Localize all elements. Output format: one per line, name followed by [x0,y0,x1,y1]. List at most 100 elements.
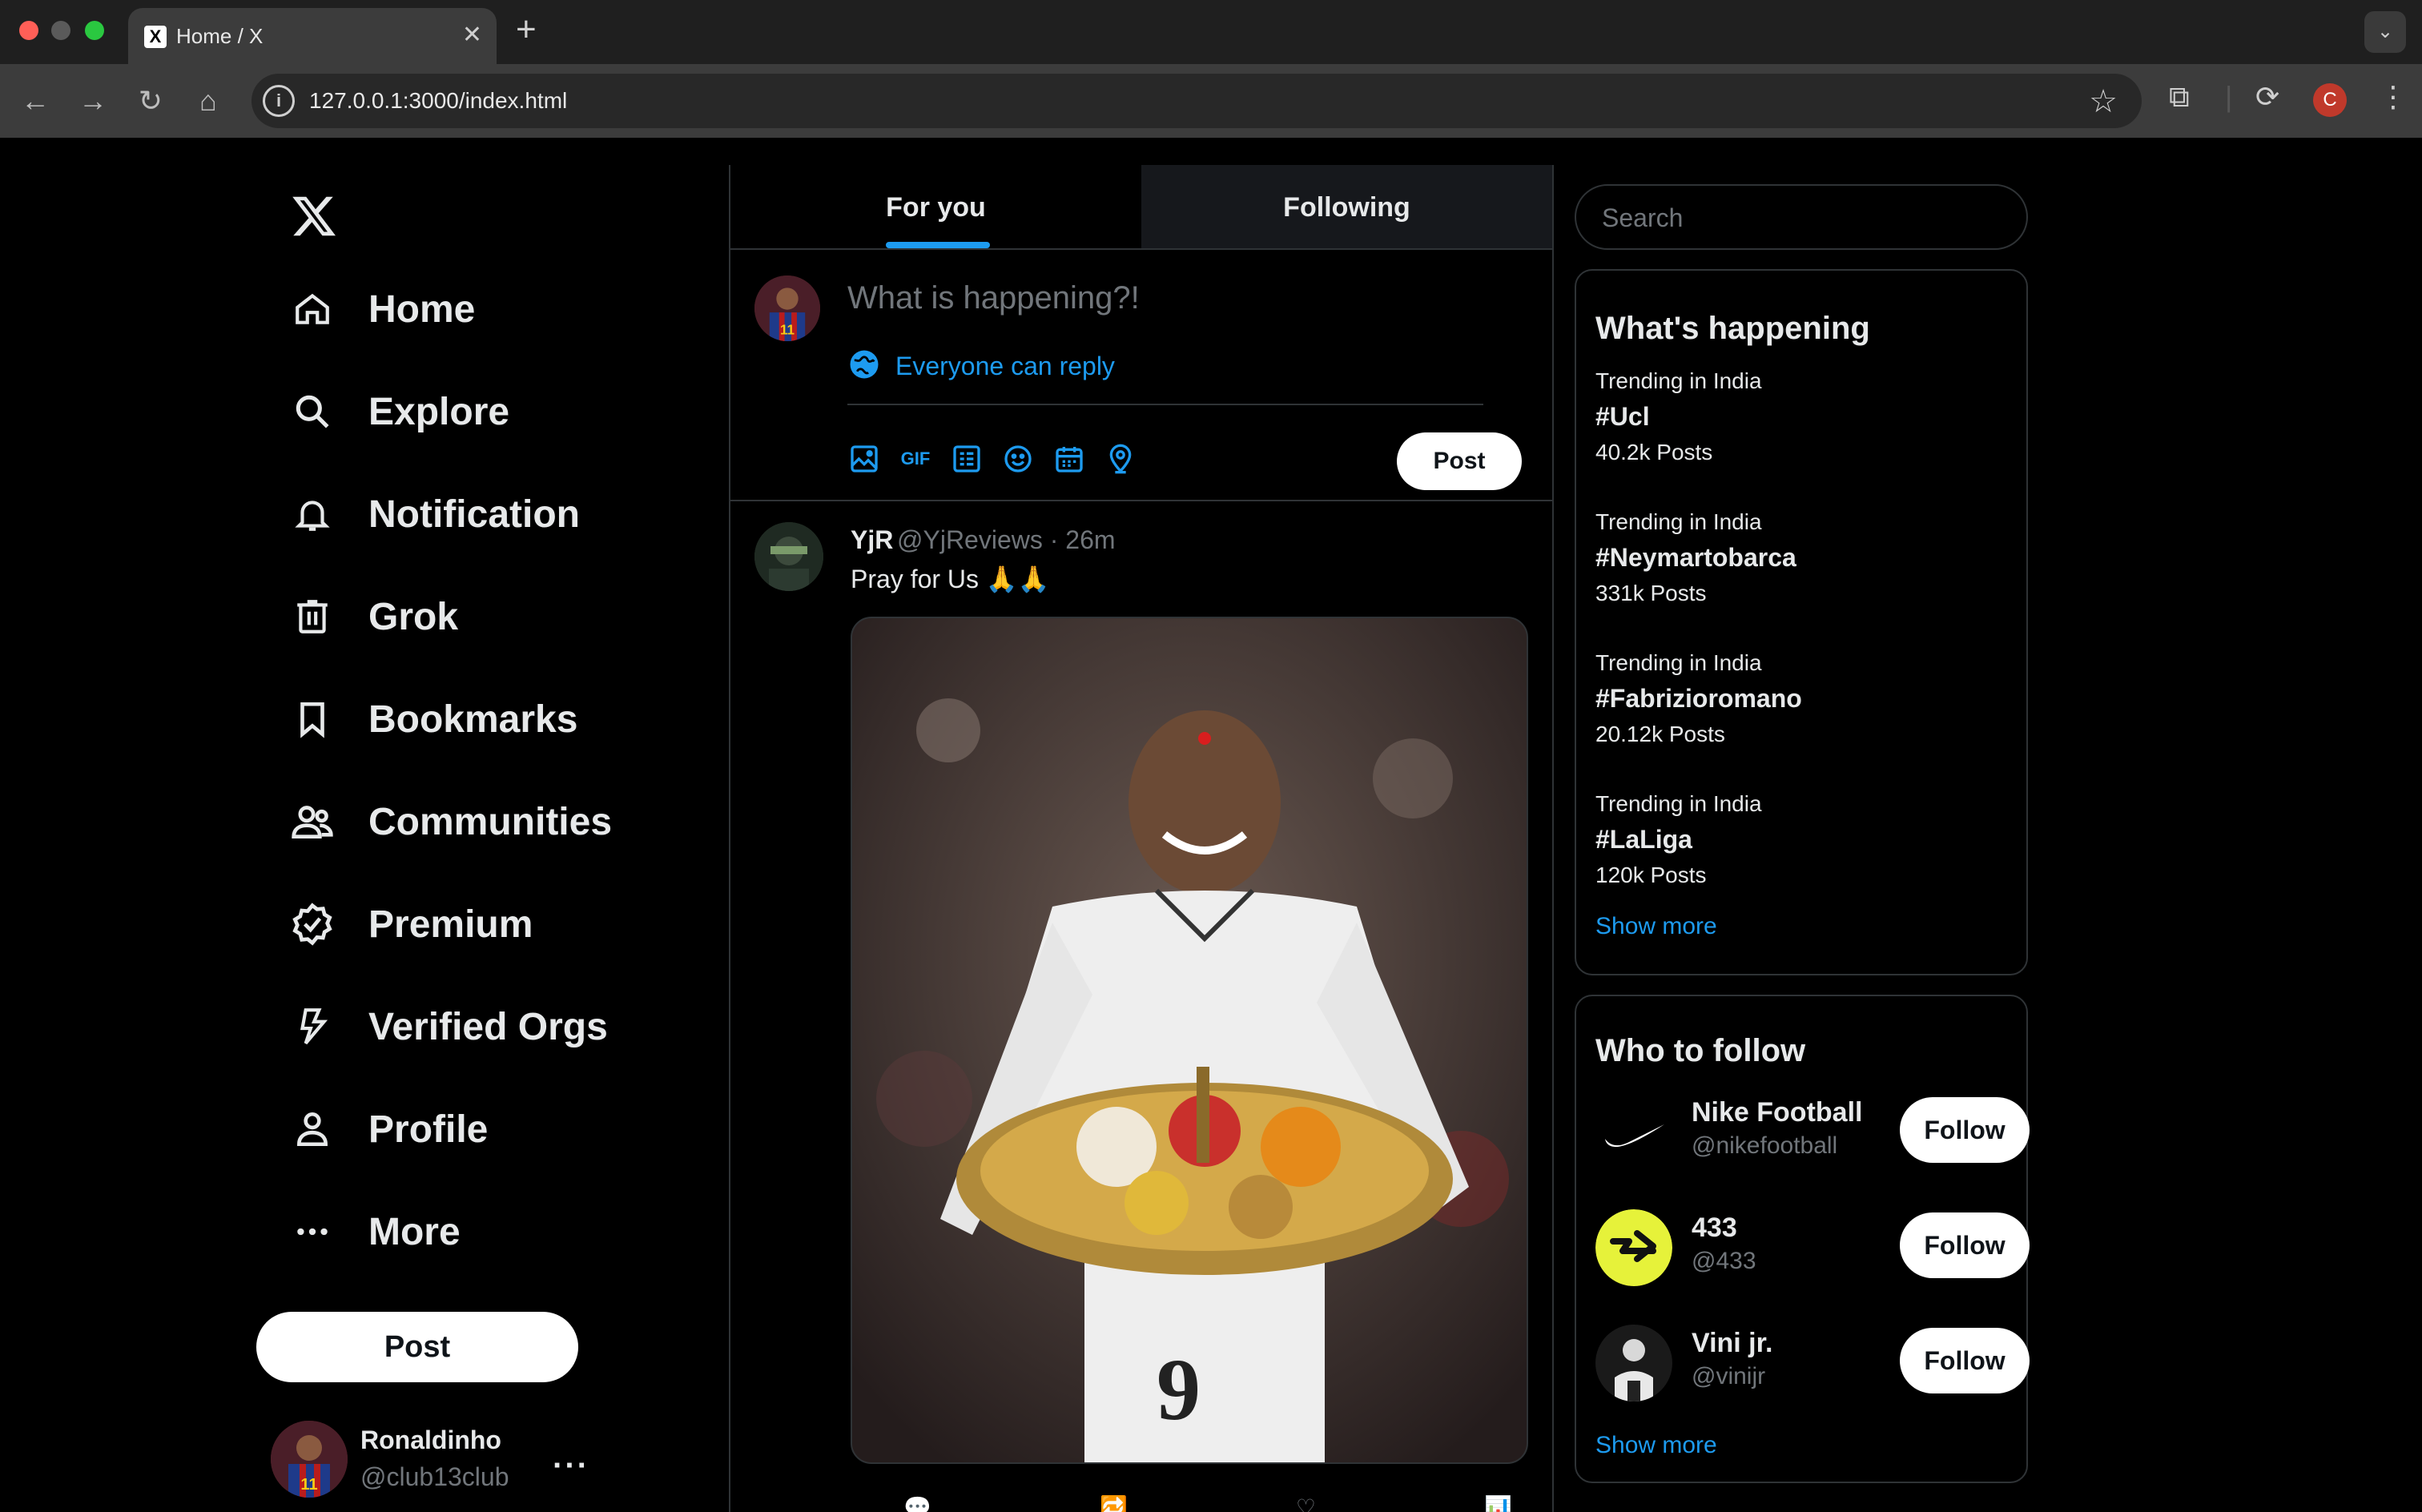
reply-setting-label: Everyone can reply [895,352,1115,380]
post-button[interactable]: Post [256,1312,578,1382]
trend-count: 120k Posts [1595,863,1707,887]
maximize-window-button[interactable] [85,21,104,40]
compose-avatar[interactable]: 11 [754,275,820,341]
compose-post-button[interactable]: Post [1397,432,1522,490]
main-column-border-left [729,165,730,1512]
vini-jr-avatar[interactable] [1595,1325,1672,1401]
tab-search-icon[interactable]: ⌄ [2364,11,2406,53]
close-tab-icon[interactable]: ✕ [462,21,482,49]
tweet-actions: 💬 🔁 ♡ 📊 [903,1494,1512,1512]
views-icon[interactable]: 📊 [1484,1494,1512,1512]
site-info-icon[interactable]: i [263,85,295,117]
bookmark-star-icon[interactable]: ☆ [2089,83,2118,120]
browser-tab[interactable]: X Home / X ✕ [128,8,497,64]
compose-input[interactable]: What is happening?! [847,280,1140,316]
sidebar-item-label: Notification [368,493,580,536]
follow-name: Vini jr. [1692,1328,1773,1358]
account-more-icon[interactable]: ··· [553,1448,589,1484]
trend-count: 331k Posts [1595,581,1707,605]
sidebar-item-label: More [368,1210,461,1253]
trend-item[interactable]: Trending in India #Fabrizioromano 20.12k… [1595,650,2012,747]
grok-icon [288,593,336,641]
sidebar-item-explore[interactable]: Explore [288,380,509,444]
more-icon [288,1208,336,1256]
main-column-border-right [1552,165,1554,1512]
browser-toolbar: ← → ↻ ⌂ i 127.0.0.1:3000/index.html ☆ ⧉ … [0,64,2422,138]
trend-context: Trending in India [1595,368,1762,393]
sidebar-item-label: Premium [368,903,533,946]
reply-setting[interactable]: Everyone can reply [847,348,1115,385]
browser-profile-avatar[interactable]: C [2313,83,2347,117]
trends-show-more-link[interactable]: Show more [1595,913,1717,940]
url-text[interactable]: 127.0.0.1:3000/index.html [309,88,567,114]
trend-context: Trending in India [1595,791,1762,816]
gif-icon[interactable]: GIF [899,442,932,476]
trend-count: 40.2k Posts [1595,440,1713,464]
search-input[interactable]: Search [1575,184,2028,250]
forward-icon[interactable]: → [75,83,111,119]
tab-label: Following [1283,192,1410,223]
sidebar-item-label: Bookmarks [368,698,578,741]
home-icon [288,285,336,333]
like-icon[interactable]: ♡ [1296,1494,1316,1512]
account-name: Ronaldinho [360,1426,501,1454]
schedule-icon[interactable] [1052,442,1086,476]
sidebar-item-profile[interactable]: Profile [288,1097,488,1161]
back-icon[interactable]: ← [18,83,53,119]
sidebar-item-label: Grok [368,595,459,638]
trend-item[interactable]: Trending in India #Ucl 40.2k Posts [1595,368,2012,465]
trend-context: Trending in India [1595,509,1762,534]
follow-suggestion[interactable]: Nike Football @nikefootball Follow [1595,1091,2030,1171]
tweet-author-avatar[interactable] [754,522,823,591]
address-bar[interactable]: i 127.0.0.1:3000/index.html ☆ [251,74,2142,128]
location-icon[interactable] [1104,442,1137,476]
sidebar-item-communities[interactable]: Communities [288,790,612,854]
svg-text:11: 11 [300,1476,317,1494]
follow-show-more-link[interactable]: Show more [1595,1432,1717,1459]
close-window-button[interactable] [19,21,38,40]
browser-menu-icon[interactable]: ⋮ [2379,80,2408,114]
tweet-author-handle-time[interactable]: @YjReviews · 26m [897,525,1116,555]
433-avatar[interactable] [1595,1209,1672,1286]
new-tab-icon[interactable]: + [516,10,537,50]
x-logo-icon[interactable] [290,192,338,240]
compose-bottom-divider [730,500,1552,501]
follow-button[interactable]: Follow [1900,1212,2030,1278]
sidebar-item-premium[interactable]: Premium [288,892,533,956]
performance-icon[interactable]: ⟳ [2255,80,2279,114]
reload-icon[interactable]: ↻ [133,83,168,119]
sidebar-item-bookmarks[interactable]: Bookmarks [288,687,577,751]
sidebar-item-grok[interactable]: Grok [288,585,458,649]
trend-item[interactable]: Trending in India #LaLiga 120k Posts [1595,791,2012,888]
trends-title: What's happening [1595,311,1870,346]
tweet-author-name[interactable]: YjR [851,525,893,555]
trend-tag: #Fabrizioromano [1595,684,1802,713]
sidebar-item-notification[interactable]: Notification [288,482,580,546]
nike-football-avatar[interactable] [1595,1094,1672,1171]
search-icon [288,388,336,436]
poll-icon[interactable] [950,442,984,476]
follow-button[interactable]: Follow [1900,1097,2030,1163]
account-avatar[interactable]: 11 [271,1421,348,1498]
extensions-icon[interactable]: ⧉ [2169,80,2190,115]
image-icon[interactable] [847,442,881,476]
trend-tag: #Neymartobarca [1595,543,1796,572]
follow-button[interactable]: Follow [1900,1328,2030,1393]
follow-suggestion[interactable]: 433 @433 Follow [1595,1206,2030,1286]
tweet-image[interactable]: 9 [851,617,1528,1464]
retweet-icon[interactable]: 🔁 [1100,1494,1128,1512]
follow-suggestion[interactable]: Vini jr. @vinijr Follow [1595,1321,2030,1401]
sidebar-item-home[interactable]: Home [288,277,475,341]
compose-toolbar: GIF [847,442,1137,476]
sidebar-item-label: Home [368,288,476,331]
reply-icon[interactable]: 💬 [903,1494,931,1512]
trend-item[interactable]: Trending in India #Neymartobarca 331k Po… [1595,509,2012,606]
account-handle: @club13club [360,1462,509,1491]
emoji-icon[interactable] [1001,442,1035,476]
minimize-window-button[interactable] [51,21,70,40]
sidebar-item-verified-orgs[interactable]: Verified Orgs [288,995,608,1059]
tab-for-you[interactable]: For you [730,165,1141,248]
home-browser-icon[interactable]: ⌂ [191,83,226,119]
sidebar-item-more[interactable]: More [288,1200,461,1264]
tab-following[interactable]: Following [1141,165,1552,248]
